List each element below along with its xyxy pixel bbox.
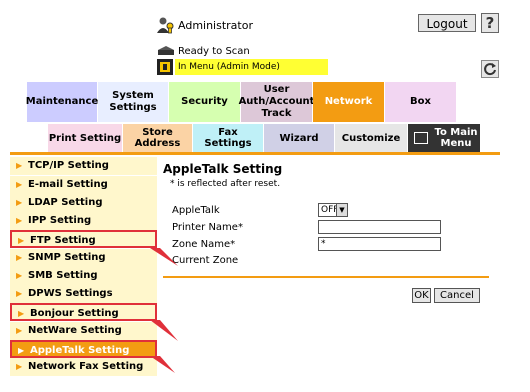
- pointer-ftp: [150, 248, 178, 266]
- pointer-bonjour: [150, 320, 178, 341]
- pointer-appletalk: [150, 356, 175, 373]
- highlight-overlay: [150, 248, 178, 373]
